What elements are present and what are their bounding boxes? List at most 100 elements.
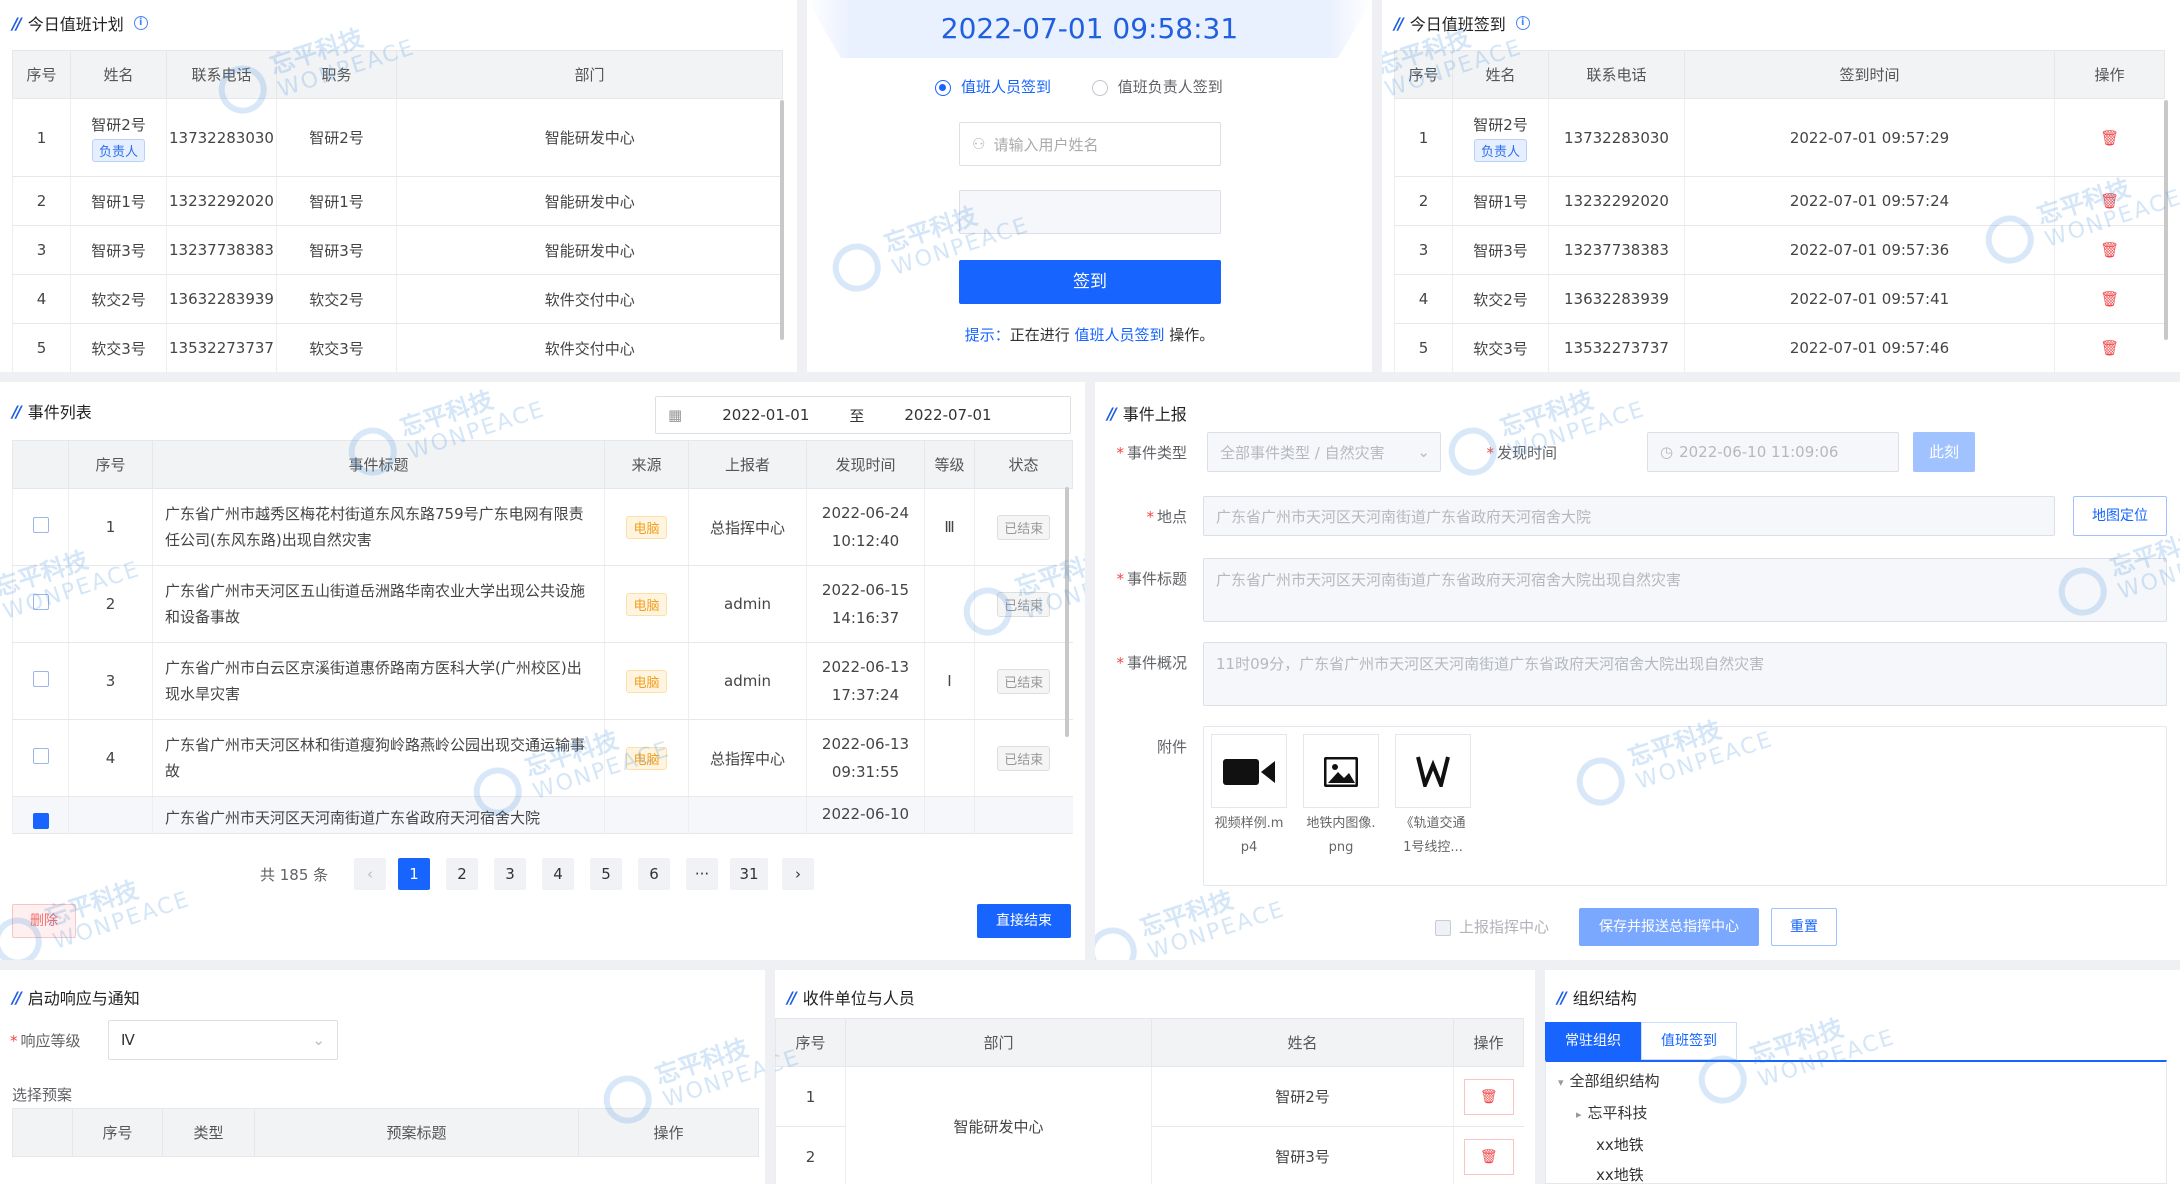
event-type-select[interactable]: 全部事件类型 / 自然灾害 ⌄ [1207,432,1441,472]
reset-button[interactable]: 重置 [1771,908,1837,946]
duty-signin-panel: //今日值班签到 i 序号 姓名 联系电话 签到时间 操作 1 智研2号 负责人 1… [1382,0,2180,372]
map-locate-button[interactable]: 地图定位 [2073,496,2167,536]
hint-link[interactable]: 值班人员签到 [1075,326,1165,344]
delete-icon[interactable]: 🗑 [2100,241,2119,259]
delete-icon[interactable]: 🗑 [2100,129,2119,147]
delete-icon[interactable]: 🗑 [1463,1138,1514,1175]
word-icon [1416,756,1450,792]
tree-node-item[interactable]: xx地铁 [1596,1164,1644,1184]
source-badge: 电脑 [626,746,667,770]
row-checkbox[interactable] [32,594,49,610]
delete-icon[interactable]: 🗑 [2100,339,2119,357]
row-checkbox[interactable] [32,813,49,829]
table-row: 2 智研1号 13232292020 2022-07-01 09:57:24 🗑 [1394,176,2165,226]
response-level-select[interactable]: Ⅳ ⌄ [108,1020,338,1060]
save-report-button[interactable]: 保存并报送总指挥中心 [1579,908,1759,946]
status-badge: 已结束 [997,668,1051,694]
page-button[interactable]: 2 [446,858,478,890]
delete-icon[interactable]: 🗑 [2100,290,2119,308]
delete-icon[interactable]: 🗑 [2100,192,2119,210]
row-checkbox[interactable] [32,748,49,764]
info-icon[interactable]: i [1515,16,1530,30]
prev-page-button[interactable]: ‹ [354,858,386,890]
event-report-panel: //事件上报 * 事件类型 全部事件类型 / 自然灾害 ⌄ * 发现时间 ◷ 2022-… [1095,382,2180,960]
attachment-word[interactable] [1395,734,1471,808]
user-icon: ⚇ [972,135,986,153]
date-from[interactable]: 2022-01-01 [722,406,809,424]
row-checkbox[interactable] [32,517,49,533]
now-button[interactable]: 此刻 [1913,432,1975,472]
response-panel: //启动响应与通知 * 响应等级 Ⅳ ⌄ 选择预案 序号 类型 预案标题 操作 忘平… [0,970,765,1184]
summary-textarea[interactable]: 11时09分，广东省广州市天河区天河南街道广东省政府天河宿舍大院出现自然灾害 [1203,642,2167,706]
attachment-image[interactable] [1303,734,1379,808]
status-badge: 已结束 [997,514,1051,540]
username-input[interactable]: ⚇ 请输入用户姓名 [959,122,1221,166]
table-row[interactable]: 1 广东省广州市越秀区梅花村街道东风东路759号广东电网有限责任公司(东风东路)… [12,488,1073,566]
radio-duty[interactable]: 值班人员签到 [935,78,1051,96]
col-header: 签到时间 [1684,50,2055,99]
table-row: 1 智研2号 负责人 13732283030 2022-07-01 09:57:2… [1394,98,2165,177]
scrollbar[interactable] [780,100,784,340]
delete-button[interactable]: 删除 [12,904,76,938]
tab-duty-signin[interactable]: 值班签到 [1641,1022,1737,1060]
table-row: 2 智研1号 13232292020 智研1号 智能研发中心 [12,176,783,226]
tab-resident-org[interactable]: 常驻组织 [1545,1022,1641,1060]
chevron-down-icon: ⌄ [1417,443,1430,461]
recipients-title: //收件单位与人员 [787,987,915,1009]
report-center-checkbox[interactable]: 上报指挥中心 [1435,916,1549,937]
table-row-partial[interactable]: 广东省广州市天河区天河南街道广东省政府天河宿舍大院 2022-06-10 [12,796,1073,834]
date-to[interactable]: 2022-07-01 [904,406,991,424]
attach-label: 附件 [1156,738,1187,756]
table-row: 3 智研3号 13237738383 智研3号 智能研发中心 [12,225,783,275]
caret-down-icon: ▾ [1558,1076,1564,1089]
col-header: 事件标题 [152,440,605,489]
title-slash-icon: // [12,401,22,421]
org-panel: //组织结构 常驻组织 值班签到 ▾ 全部组织结构 ▸ 忘平科技 xx地铁 xx地铁… [1545,970,2180,1184]
scrollbar[interactable] [2164,100,2168,340]
signin-button[interactable]: 签到 [959,260,1221,304]
page-button[interactable]: 5 [590,858,622,890]
source-badge: 电脑 [626,515,667,539]
place-input[interactable]: 广东省广州市天河区天河南街道广东省政府天河宿舍大院 [1203,496,2055,536]
tree-node-item[interactable]: xx地铁 [1596,1134,1644,1155]
page-button[interactable]: 31 [730,858,768,890]
tree-node-company[interactable]: ▸ 忘平科技 [1576,1102,1648,1123]
col-header: 部门 [396,50,783,99]
radio-lead[interactable]: 值班负责人签到 [1091,78,1223,96]
subject-textarea[interactable]: 广东省广州市天河区天河南街道广东省政府天河宿舍大院出现自然灾害 [1203,558,2167,622]
title-slash-icon: // [12,987,22,1007]
title-slash-icon: // [1557,987,1567,1007]
table-row[interactable]: 4 广东省广州市天河区林和街道瘦狗岭路燕岭公园出现交通运输事故 电脑 总指挥中心… [12,719,1073,797]
plan-label: 选择预案 [12,1086,73,1104]
next-page-button[interactable]: › [782,858,814,890]
discover-time-input[interactable]: ◷ 2022-06-10 11:09:06 [1647,432,1899,472]
table-row[interactable]: 2 广东省广州市天河区五山街道岳洲路华南农业大学出现公共设施和设备事故 电脑 a… [12,565,1073,643]
table-row: 4 软交2号 13632283939 软交2号 软件交付中心 [12,274,783,324]
time-label: * 发现时间 [1486,444,1557,462]
checkbox-checked-icon [1435,919,1451,936]
end-directly-button[interactable]: 直接结束 [977,904,1071,938]
col-header: 序号 [72,1108,163,1157]
more-pages[interactable]: ··· [686,858,718,890]
scrollbar[interactable] [1065,487,1069,737]
place-label: * 地点 [1146,508,1187,526]
delete-icon[interactable]: 🗑 [1463,1078,1514,1115]
source-badge: 电脑 [626,669,667,693]
page-button[interactable]: 6 [638,858,670,890]
table-row[interactable]: 3 广东省广州市白云区京溪街道惠侨路南方医科大学(广州校区)出现水旱灾害 电脑 … [12,642,1073,720]
password-input[interactable] [959,190,1221,234]
clock-icon: ◷ [1660,443,1674,461]
attachment-video[interactable] [1211,734,1287,808]
col-header: 姓名 [70,50,167,99]
tree-node-root[interactable]: ▾ 全部组织结构 [1558,1070,1660,1091]
page-button[interactable]: 1 [398,858,430,890]
info-icon[interactable]: i [133,16,148,30]
duty-plan-title: //今日值班计划 i [12,12,148,34]
row-checkbox[interactable] [32,671,49,687]
page-button[interactable]: 3 [494,858,526,890]
org-tree: ▾ 全部组织结构 ▸ 忘平科技 xx地铁 xx地铁 [1545,1060,2167,1184]
col-header: 来源 [604,440,689,489]
date-range-picker[interactable]: ▦ 2022-01-01 至 2022-07-01 [655,396,1071,434]
page-button[interactable]: 4 [542,858,574,890]
title-slash-icon: // [787,987,797,1007]
